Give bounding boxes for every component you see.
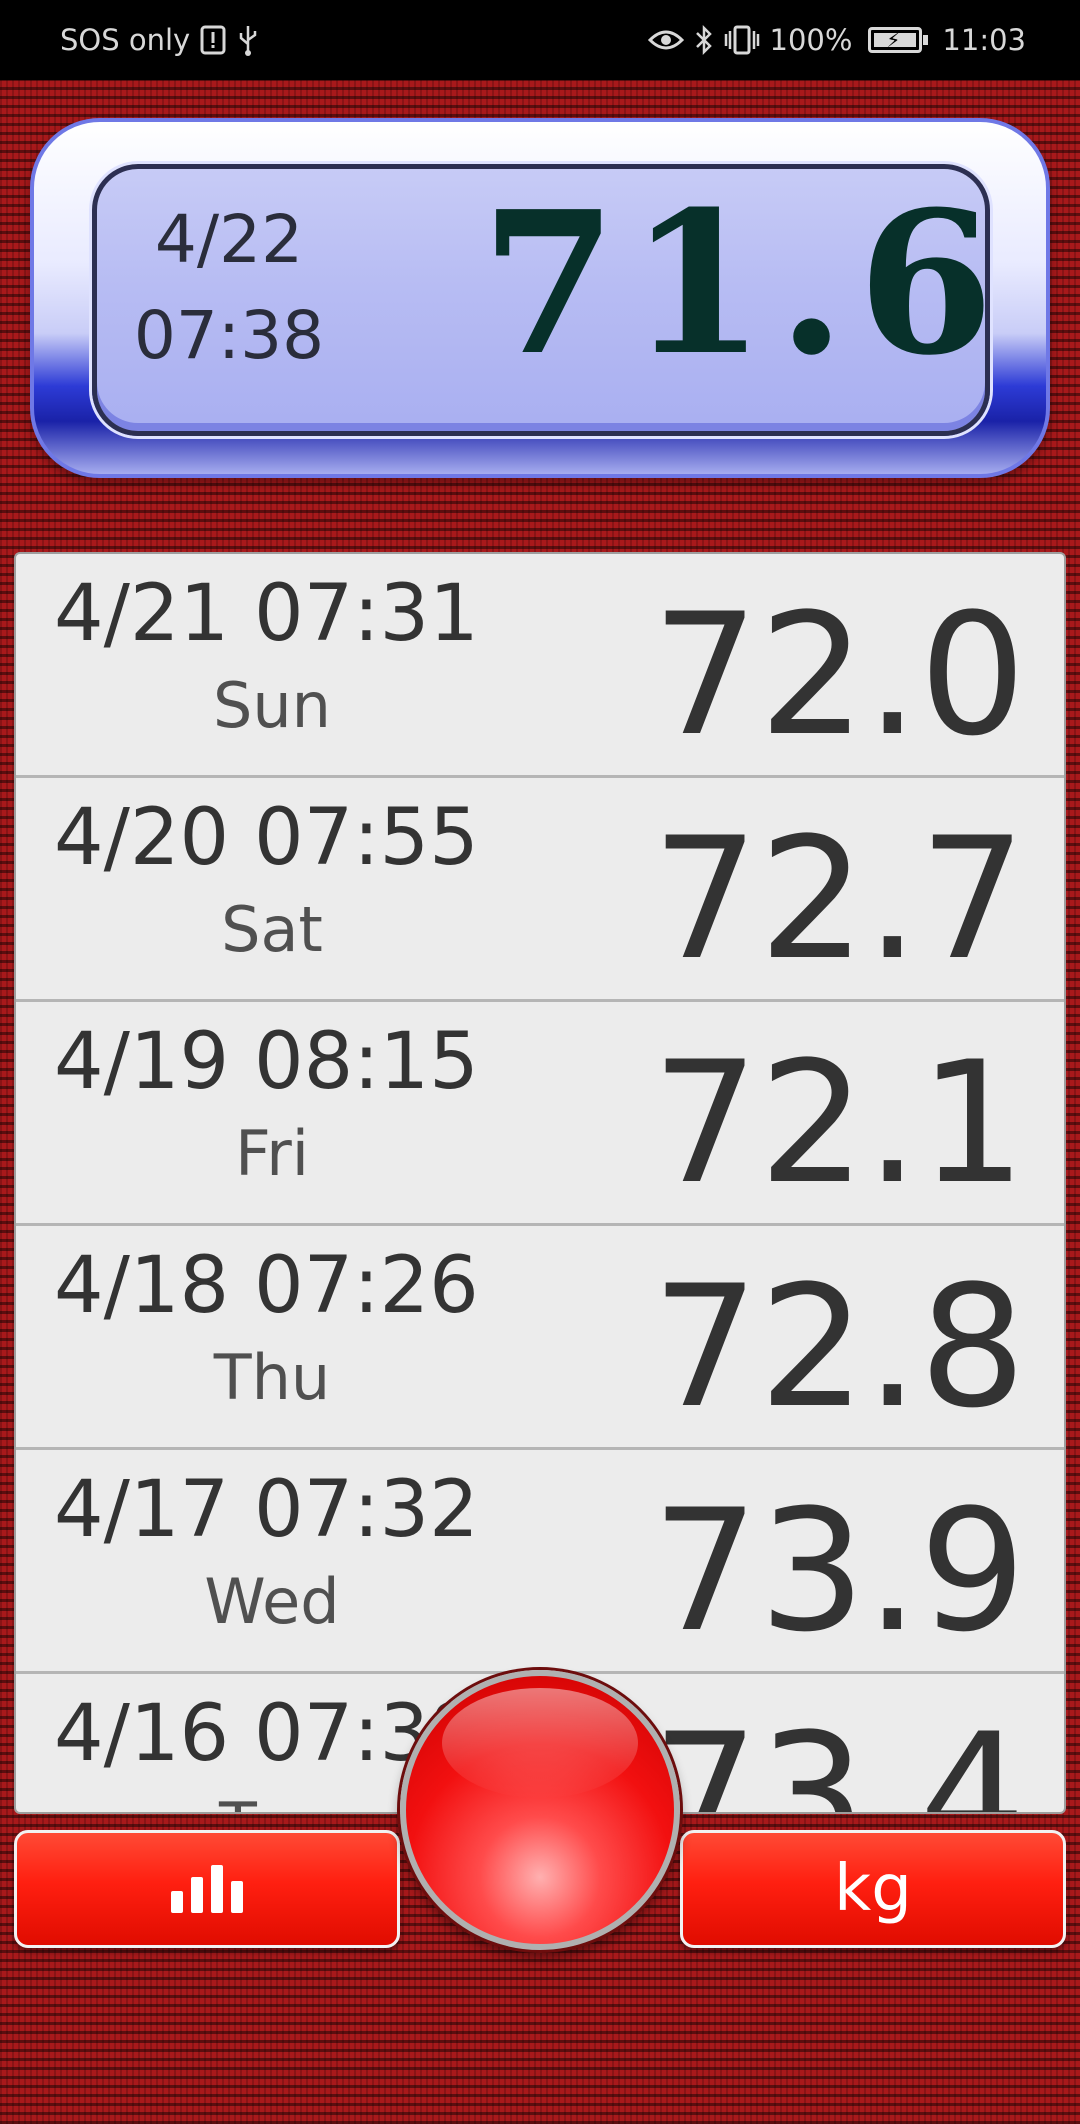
bar-chart-icon — [171, 1865, 243, 1913]
display-time: 07:38 — [133, 297, 325, 374]
row-weight: 72.1 — [651, 1025, 1026, 1221]
row-weight: 72.0 — [651, 577, 1026, 773]
chart-button[interactable] — [14, 1830, 400, 1948]
row-day: Sun — [213, 669, 331, 742]
row-day: Thu — [213, 1341, 331, 1414]
alert-icon — [200, 25, 226, 55]
bluetooth-icon — [694, 24, 714, 56]
record-button[interactable] — [400, 1670, 680, 1950]
history-list[interactable]: 4/21 07:31 Sun 72.0 4/20 07:55 Sat 72.7 4/19 0… — [14, 552, 1066, 1814]
display-weight: 71.6 — [480, 169, 1006, 399]
row-datetime: 4/17 07:32 — [54, 1465, 479, 1555]
weight-display-panel: 4/22 07:38 71.6 — [30, 118, 1050, 478]
history-row[interactable]: 4/17 07:32 Wed 73.9 — [16, 1450, 1064, 1674]
row-weight: 72.8 — [651, 1249, 1026, 1445]
carrier-text: SOS only — [60, 23, 191, 57]
unit-label: kg — [834, 1852, 912, 1926]
status-right: 100% ⚡ 11:03 — [647, 23, 1026, 57]
row-datetime: 4/18 07:26 — [54, 1241, 479, 1331]
battery-icon: ⚡ — [868, 27, 929, 53]
status-left: SOS only — [60, 23, 260, 57]
row-datetime: 4/19 08:15 — [54, 1017, 479, 1107]
row-weight: 73.4 — [651, 1697, 1026, 1814]
row-day: Fri — [235, 1117, 309, 1190]
eye-icon — [647, 27, 684, 53]
history-row[interactable]: 4/21 07:31 Sun 72.0 — [16, 554, 1064, 778]
history-row[interactable]: 4/20 07:55 Sat 72.7 — [16, 778, 1064, 1002]
battery-percent: 100% — [769, 23, 853, 57]
row-weight: 72.7 — [651, 801, 1026, 997]
vibrate-icon — [724, 25, 760, 55]
row-datetime: 4/20 07:55 — [54, 793, 479, 883]
display-date: 4/22 — [154, 201, 304, 278]
row-datetime: 4/21 07:31 — [54, 569, 479, 659]
row-day: Sat — [221, 893, 323, 966]
usb-icon — [236, 24, 260, 56]
history-row[interactable]: 4/18 07:26 Thu 72.8 — [16, 1226, 1064, 1450]
status-bar: SOS only 100% ⚡ 11:03 — [0, 0, 1080, 80]
unit-button[interactable]: kg — [680, 1830, 1066, 1948]
row-day: Wed — [204, 1565, 340, 1638]
clock: 11:03 — [942, 23, 1026, 57]
history-row[interactable]: 4/19 08:15 Fri 72.1 — [16, 1002, 1064, 1226]
row-weight: 73.9 — [651, 1473, 1026, 1669]
display-datetime: 4/22 07:38 — [129, 192, 329, 384]
